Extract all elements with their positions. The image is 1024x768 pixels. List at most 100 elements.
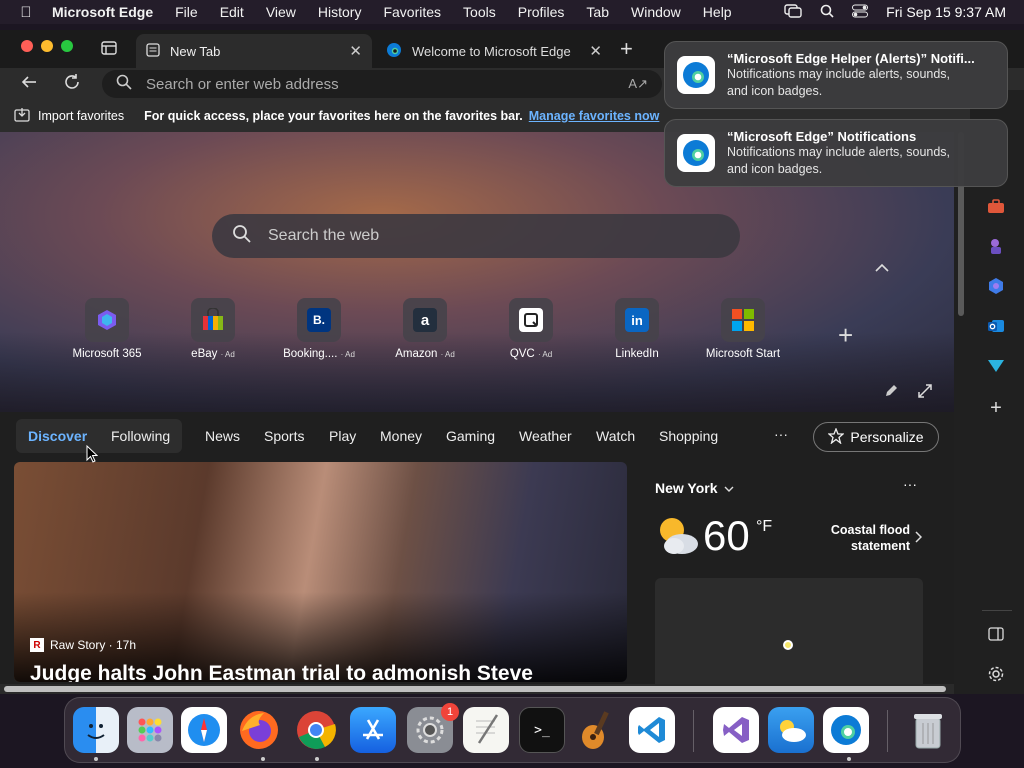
feed-more-button[interactable]: ···: [774, 426, 788, 442]
horizontal-scrollbar[interactable]: [0, 684, 954, 694]
new-tab-page: Search the web Microsoft 365 eBay · Ad B…: [0, 132, 954, 692]
menu-clock[interactable]: Fri Sep 15 9:37 AM: [886, 4, 1006, 20]
tab-money[interactable]: Money: [380, 428, 422, 444]
tab-gaming[interactable]: Gaming: [446, 428, 495, 444]
tab-shopping[interactable]: Shopping: [659, 428, 718, 444]
menu-history[interactable]: History: [318, 4, 362, 20]
manage-favorites-link[interactable]: Manage favorites now: [529, 109, 660, 123]
safari-icon[interactable]: [181, 707, 227, 753]
minimize-window-button[interactable]: [41, 40, 53, 52]
add-quick-link-icon[interactable]: +: [838, 320, 853, 351]
menu-view[interactable]: View: [266, 4, 296, 20]
vscode-icon[interactable]: [629, 707, 675, 753]
hide-sidebar-icon[interactable]: [984, 622, 1008, 646]
copilot-icon[interactable]: [984, 274, 1008, 298]
screen-mirroring-icon[interactable]: [784, 3, 802, 21]
zoom-window-button[interactable]: [61, 40, 73, 52]
menu-favorites[interactable]: Favorites: [383, 4, 441, 20]
tools-icon[interactable]: [984, 194, 1008, 218]
control-center-icon[interactable]: [852, 4, 869, 21]
article-headline[interactable]: Judge halts John Eastman trial to admoni…: [30, 662, 533, 682]
games-icon[interactable]: [984, 234, 1008, 258]
visual-studio-icon[interactable]: [713, 707, 759, 753]
quick-link-amazon[interactable]: a Amazon · Ad: [380, 298, 470, 360]
terminal-icon[interactable]: >_: [519, 707, 565, 753]
weather-alert[interactable]: Coastal flood statement: [820, 522, 910, 554]
back-arrow-icon[interactable]: [20, 73, 38, 96]
outlook-icon[interactable]: [984, 314, 1008, 338]
address-bar[interactable]: Search or enter web address A↗: [102, 70, 662, 98]
quick-link-ebay[interactable]: eBay · Ad: [168, 298, 258, 360]
collapse-chevron-icon[interactable]: [875, 260, 889, 278]
drop-send-icon[interactable]: [984, 354, 1008, 378]
tab-weather[interactable]: Weather: [519, 428, 572, 444]
firefox-icon[interactable]: [236, 707, 282, 753]
new-tab-plus-icon[interactable]: +: [620, 36, 633, 62]
chevron-right-icon[interactable]: [915, 530, 923, 548]
notification-helper-alerts[interactable]: “Microsoft Edge Helper (Alerts)” Notifi.…: [664, 41, 1008, 109]
tab-discover[interactable]: Discover: [28, 428, 87, 444]
running-indicator: [261, 757, 265, 761]
tab-news[interactable]: News: [205, 428, 240, 444]
app-store-icon[interactable]: [350, 707, 396, 753]
quick-link-microsoft-365[interactable]: Microsoft 365: [62, 298, 152, 360]
trash-icon[interactable]: [905, 707, 951, 753]
personalize-label: Personalize: [850, 429, 924, 445]
close-window-button[interactable]: [21, 40, 33, 52]
menu-window[interactable]: Window: [631, 4, 681, 20]
finder-icon[interactable]: [73, 707, 119, 753]
news-card[interactable]: R Raw Story · 17h Judge halts John Eastm…: [14, 462, 627, 682]
tab-title: Welcome to Microsoft Edge: [412, 43, 571, 59]
menu-tools[interactable]: Tools: [463, 4, 496, 20]
tab-sports[interactable]: Sports: [264, 428, 304, 444]
menu-tab[interactable]: Tab: [586, 4, 609, 20]
chrome-icon[interactable]: [293, 707, 339, 753]
garageband-icon[interactable]: [574, 707, 620, 753]
fullscreen-icon[interactable]: [918, 384, 932, 403]
quick-link-microsoft-start[interactable]: Microsoft Start: [698, 298, 788, 360]
edge-app-icon[interactable]: [823, 707, 869, 753]
tab-play[interactable]: Play: [329, 428, 356, 444]
new-tab-icon: [146, 42, 160, 60]
weather-location[interactable]: New York: [655, 480, 734, 496]
quick-link-booking[interactable]: B. Booking.... · Ad: [274, 298, 364, 360]
edge-logo-icon: [386, 42, 402, 61]
tab-new-tab[interactable]: New Tab ✕: [136, 34, 372, 68]
textedit-icon[interactable]: [463, 707, 509, 753]
weather-map[interactable]: [655, 578, 923, 692]
import-favorites-button[interactable]: Import favorites: [38, 109, 124, 123]
add-sidebar-app-icon[interactable]: +: [984, 396, 1008, 420]
menu-app-name[interactable]: Microsoft Edge: [52, 4, 153, 20]
tab-following[interactable]: Following: [111, 428, 170, 444]
close-tab-icon[interactable]: ✕: [589, 42, 602, 60]
apple-menu-icon[interactable]: : [0, 4, 52, 21]
edit-background-icon[interactable]: [884, 384, 898, 403]
tab-watch[interactable]: Watch: [596, 428, 635, 444]
running-indicator: [315, 757, 319, 761]
launchpad-icon[interactable]: [127, 707, 173, 753]
web-search-box[interactable]: Search the web: [212, 214, 740, 258]
feed-navigation: Discover Following News Sports Play Mone…: [0, 412, 954, 462]
notification-edge[interactable]: “Microsoft Edge” Notifications Notificat…: [664, 119, 1008, 187]
temperature-unit: °F: [756, 518, 773, 535]
weather-app-icon[interactable]: [768, 707, 814, 753]
menu-help[interactable]: Help: [703, 4, 732, 20]
weather-more-button[interactable]: ···: [903, 476, 917, 492]
search-icon: [116, 74, 132, 94]
menu-edit[interactable]: Edit: [220, 4, 244, 20]
spotlight-search-icon[interactable]: [820, 4, 834, 21]
notification-badge: 1: [441, 703, 459, 721]
running-indicator: [94, 757, 98, 761]
tab-actions-icon[interactable]: [101, 41, 117, 60]
read-aloud-icon[interactable]: A↗: [628, 76, 648, 92]
menu-file[interactable]: File: [175, 4, 198, 20]
tab-welcome[interactable]: Welcome to Microsoft Edge ✕: [376, 34, 612, 68]
article-source-text: Raw Story · 17h: [50, 638, 137, 652]
refresh-icon[interactable]: [63, 73, 81, 96]
quick-link-linkedin[interactable]: in LinkedIn: [592, 298, 682, 360]
menu-profiles[interactable]: Profiles: [518, 4, 565, 20]
settings-gear-icon[interactable]: [984, 662, 1008, 686]
personalize-button[interactable]: Personalize: [813, 422, 939, 452]
quick-link-qvc[interactable]: QVC · Ad: [486, 298, 576, 360]
close-tab-icon[interactable]: ✕: [349, 42, 362, 60]
